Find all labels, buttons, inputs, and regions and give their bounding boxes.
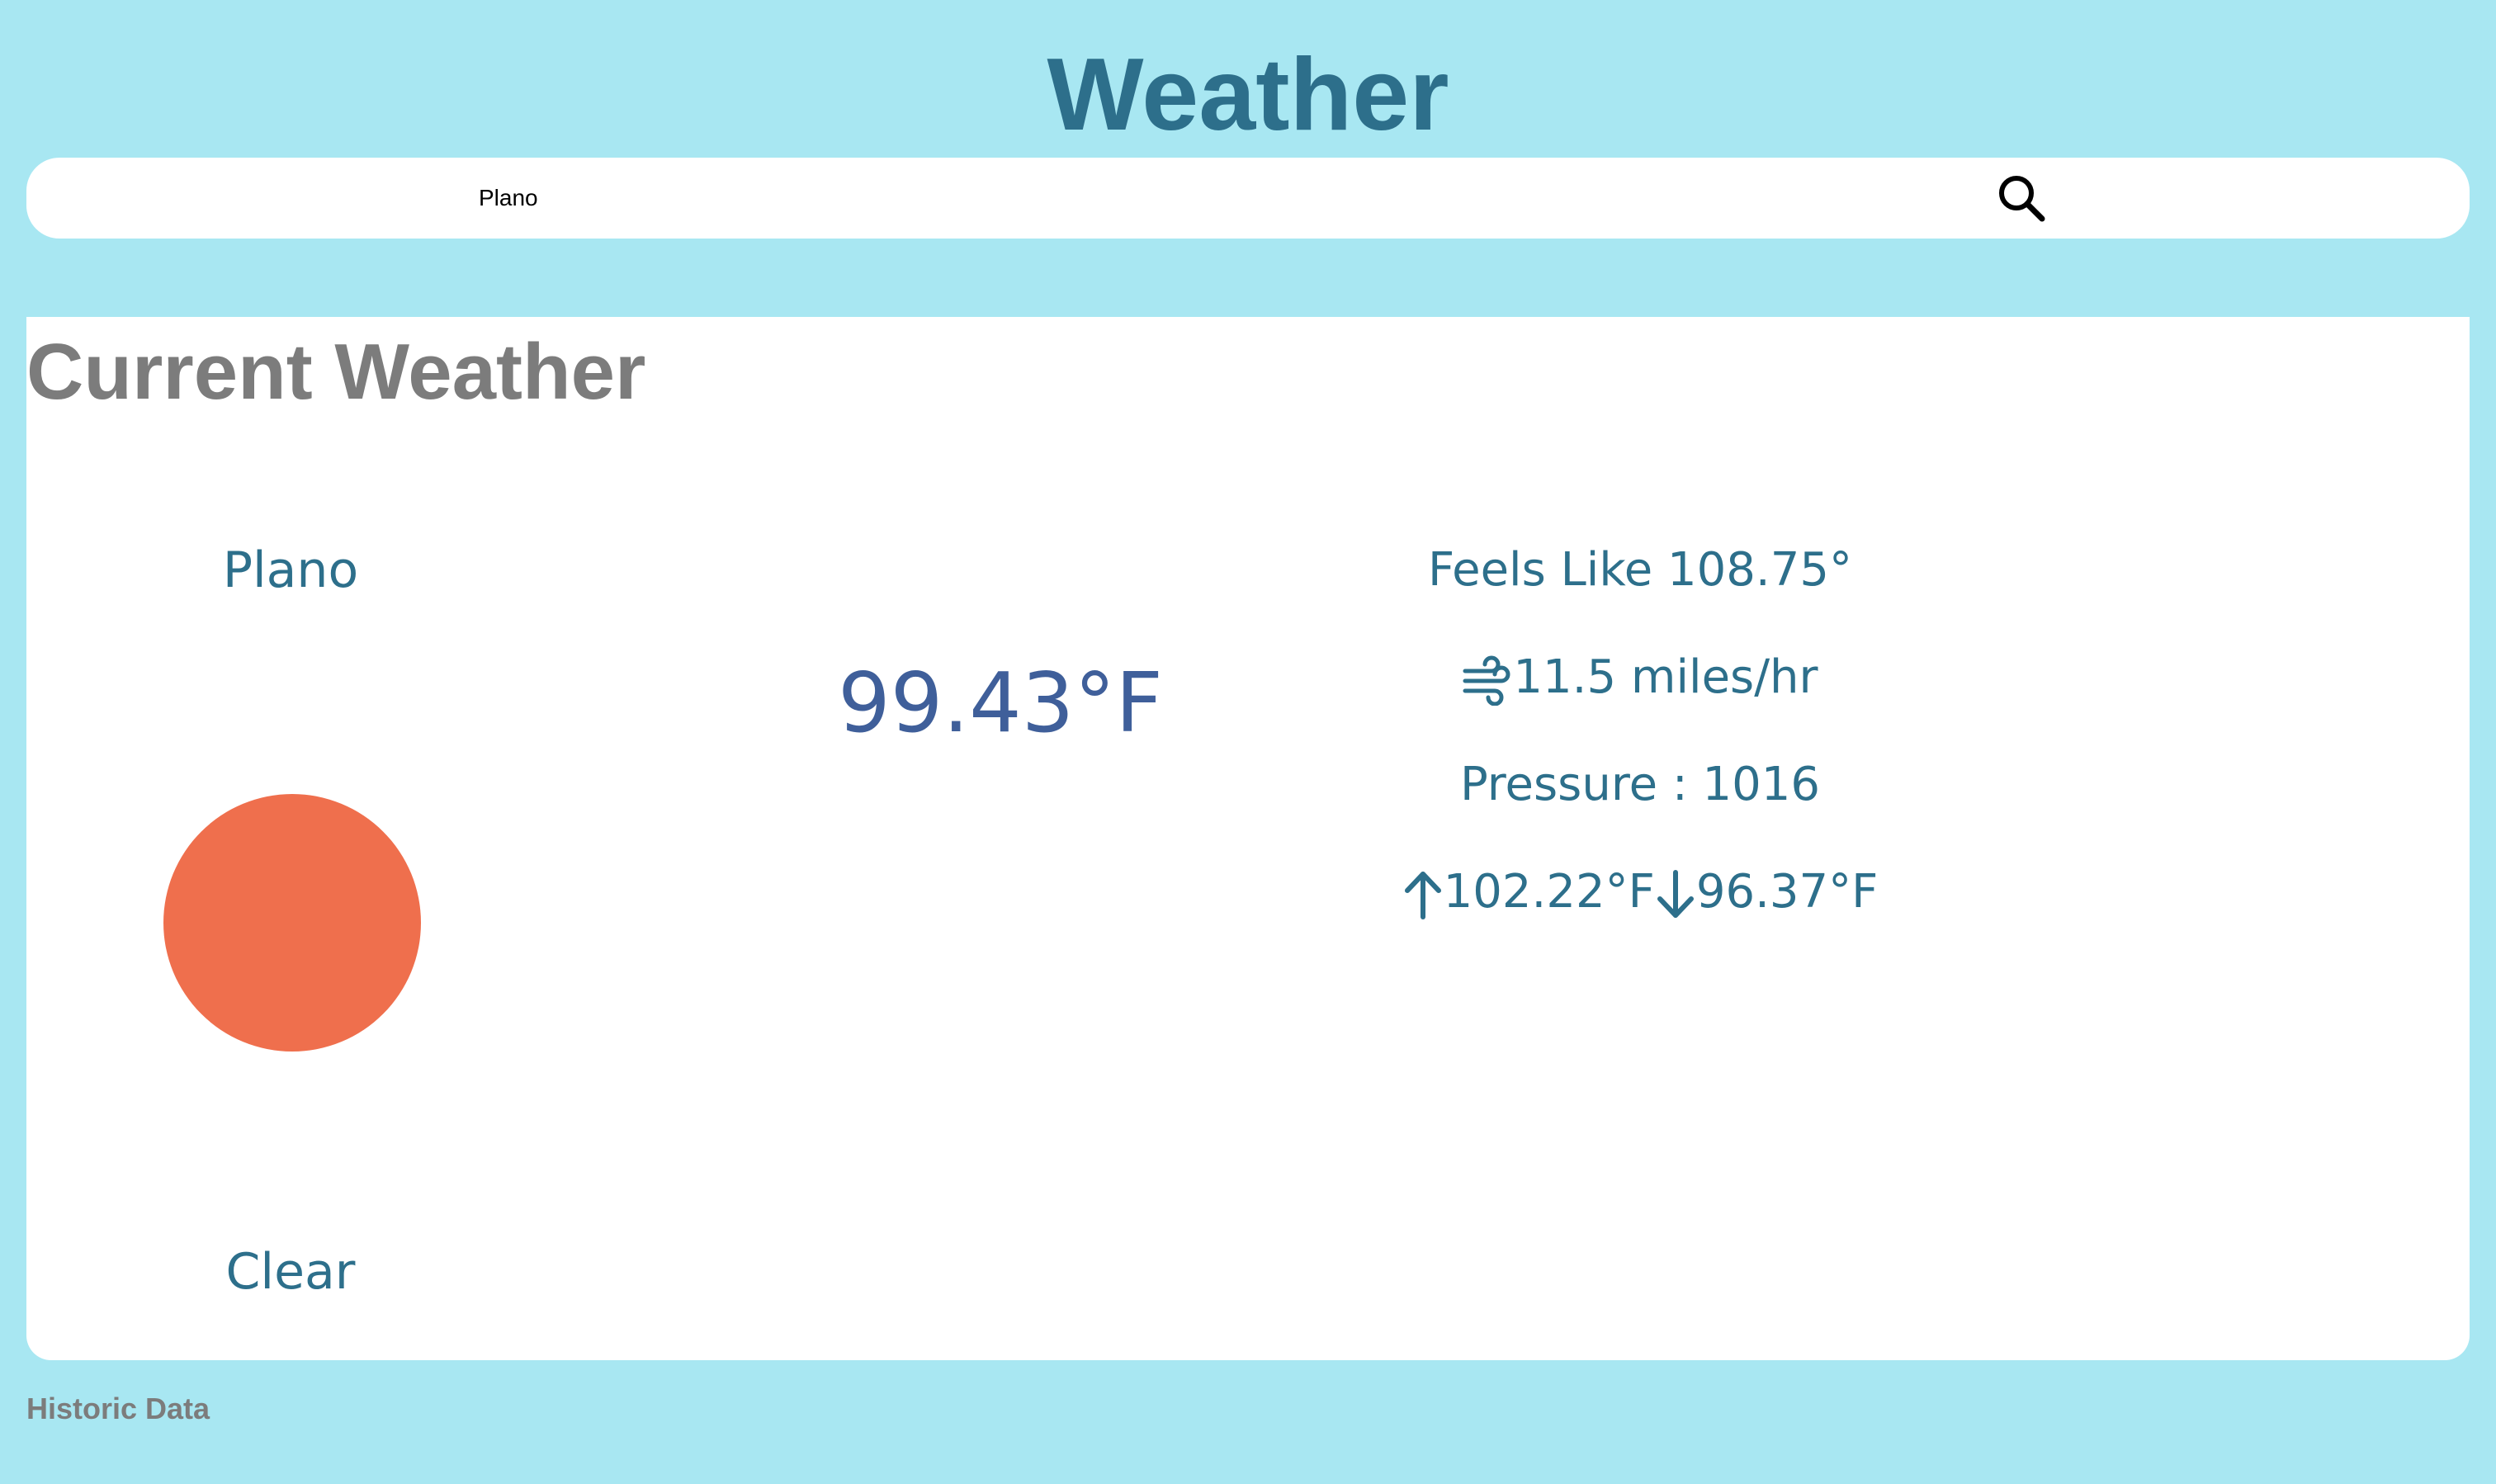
search-button[interactable] <box>1993 171 2050 225</box>
search-input[interactable] <box>479 177 1882 219</box>
high-low-row: 102.22°F 96.37°F <box>1314 863 1966 921</box>
wind-row: 11.5 miles/hr <box>1314 649 1966 707</box>
historic-data-link[interactable]: Historic Data <box>26 1392 210 1426</box>
weather-condition: Clear <box>225 1243 356 1301</box>
current-temperature: 99.43°F <box>838 655 1163 751</box>
current-weather-card: Current Weather Plano Clear 99.43°F Feel… <box>26 317 2470 1360</box>
low-temperature: 96.37°F <box>1695 865 1879 919</box>
arrow-up-icon <box>1404 871 1441 919</box>
feels-like: Feels Like 108.75° <box>1428 543 1852 597</box>
wind-speed: 11.5 miles/hr <box>1513 650 1818 704</box>
wind-icon <box>1463 655 1510 706</box>
app-title: Weather <box>1047 38 1449 152</box>
location-column: Plano Clear <box>26 317 555 1360</box>
city-name: Plano <box>222 541 359 599</box>
search-bar <box>26 158 2470 239</box>
sun-icon <box>163 794 421 1052</box>
search-icon <box>1999 176 2045 222</box>
pressure: Pressure : 1016 <box>1459 758 1821 811</box>
high-temperature: 102.22°F <box>1443 865 1655 919</box>
arrow-down-icon <box>1657 869 1694 918</box>
